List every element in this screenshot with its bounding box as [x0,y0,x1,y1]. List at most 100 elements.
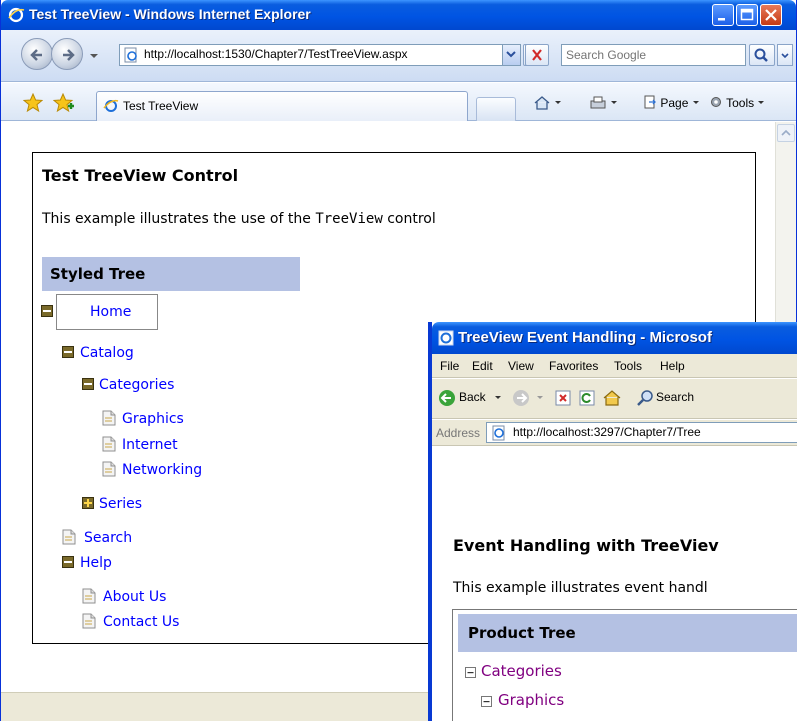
printer-icon [590,96,617,109]
refresh-icon[interactable] [578,389,596,407]
tab-bar: Test TreeView Page Tools [1,83,796,121]
tree-node-graphics[interactable]: Graphics [498,691,564,709]
ie-logo-icon [438,330,454,346]
tree-node-categories[interactable]: Categories [99,377,174,393]
address-field[interactable]: http://localhost:3297/Chapter7/Tree [486,422,797,443]
window-titlebar[interactable]: Test TreeView - Windows Internet Explore… [1,0,796,30]
address-url: http://localhost:1530/Chapter7/TestTreeV… [144,47,408,61]
scroll-up-button[interactable] [777,124,795,142]
minimize-button[interactable] [712,4,734,26]
menu-bar: File Edit View Favorites Tools Help [432,354,797,378]
tree-node-networking[interactable]: Networking [122,462,202,478]
tree-node-search[interactable]: Search [84,530,132,546]
collapse-icon[interactable] [62,556,74,568]
magnifier-icon [754,48,768,62]
tree-node-categories[interactable]: Categories [481,662,562,680]
home-icon [534,96,561,110]
gear-icon [711,97,721,107]
new-tab-button[interactable] [476,97,516,121]
menu-file[interactable]: File [440,359,459,373]
tab-label: Test TreeView [123,99,199,113]
tree-node-home[interactable]: Home [56,294,158,330]
tree-node-series[interactable]: Series [99,496,142,512]
description-text: This example illustrates the use of the [42,211,316,227]
chevron-down-icon[interactable] [494,394,502,402]
back-arrow-icon[interactable] [438,389,456,407]
close-button[interactable] [760,4,782,26]
chevron-down-icon[interactable] [536,394,544,402]
menu-favorites[interactable]: Favorites [549,359,598,373]
tab-test-treeview[interactable]: Test TreeView [96,91,468,121]
menu-tools[interactable]: Tools [614,359,642,373]
stop-icon [532,49,542,61]
tree-node-help[interactable]: Help [80,555,112,571]
chevron-down-icon [781,53,789,59]
add-favorite-icon[interactable] [53,93,75,113]
tools-menu-label: Tools [726,96,755,110]
collapse-icon[interactable] [465,667,476,678]
chevron-down-icon [506,51,516,58]
back-button-label[interactable]: Back [459,390,486,404]
recent-pages-dropdown-icon[interactable] [89,52,99,60]
menu-view[interactable]: View [508,359,534,373]
address-bar[interactable]: http://localhost:1530/Chapter7/TestTreeV… [119,44,521,66]
search-button-label[interactable]: Search [656,390,694,404]
home-button[interactable] [533,95,563,114]
page-icon [124,47,137,63]
chevron-down-icon [758,101,765,104]
favorites-star-icon[interactable] [23,93,43,113]
stop-button[interactable] [525,44,549,66]
page-menu[interactable]: Page [643,95,700,110]
address-url: http://localhost:3297/Chapter7/Tree [513,425,701,439]
description-code: TreeView [315,211,383,227]
print-button[interactable] [589,95,619,114]
tree-node-label: Home [90,304,132,320]
collapse-icon[interactable] [82,378,94,390]
search-box[interactable] [561,44,746,66]
tree-node-about-us[interactable]: About Us [103,589,166,605]
ie-logo-icon [8,7,25,23]
tree-node-catalog[interactable]: Catalog [80,345,134,361]
magnifier-icon[interactable] [636,389,654,407]
window-titlebar[interactable]: TreeView Event Handling - Microsof [432,322,797,354]
home-icon[interactable] [602,388,622,408]
tree-node-contact-us[interactable]: Contact Us [103,614,179,630]
standard-toolbar: Back Search [432,379,797,419]
collapse-icon[interactable] [41,305,53,317]
tools-menu[interactable]: Tools [709,95,765,110]
document-icon [102,461,116,477]
document-icon [62,529,76,545]
forward-arrow-icon[interactable] [512,389,530,407]
back-button[interactable] [21,38,53,70]
menu-edit[interactable]: Edit [472,359,493,373]
address-dropdown-button[interactable] [502,45,520,65]
forward-button[interactable] [51,38,83,70]
tree-header-label: Product Tree [468,624,576,642]
window-title: TreeView Event Handling - Microsof [458,329,712,346]
tree-header-label: Styled Tree [50,265,146,283]
back-arrow-icon [30,49,42,61]
page-heading: Event Handling with TreeViev [453,536,719,555]
navigation-bar: http://localhost:1530/Chapter7/TestTreeV… [1,30,796,82]
tree-node-internet[interactable]: Internet [122,437,178,453]
maximize-icon [740,8,754,21]
forward-arrow-icon [63,49,75,61]
search-options-dropdown[interactable] [777,44,793,66]
document-icon [82,613,96,629]
tree-header: Product Tree [458,614,797,652]
tree-header: Styled Tree [42,257,300,291]
menu-help[interactable]: Help [660,359,685,373]
collapse-icon[interactable] [481,696,492,707]
document-icon [102,410,116,426]
page-heading: Test TreeView Control [42,166,239,185]
stop-icon[interactable] [554,389,572,407]
document-icon [82,588,96,604]
search-go-button[interactable] [749,44,775,66]
maximize-button[interactable] [736,4,758,26]
expand-icon[interactable] [82,497,94,509]
collapse-icon[interactable] [62,346,74,358]
chevron-up-icon [781,129,791,136]
search-input[interactable] [566,47,736,63]
address-bar: Address http://localhost:3297/Chapter7/T… [432,420,797,446]
tree-node-graphics[interactable]: Graphics [122,411,184,427]
